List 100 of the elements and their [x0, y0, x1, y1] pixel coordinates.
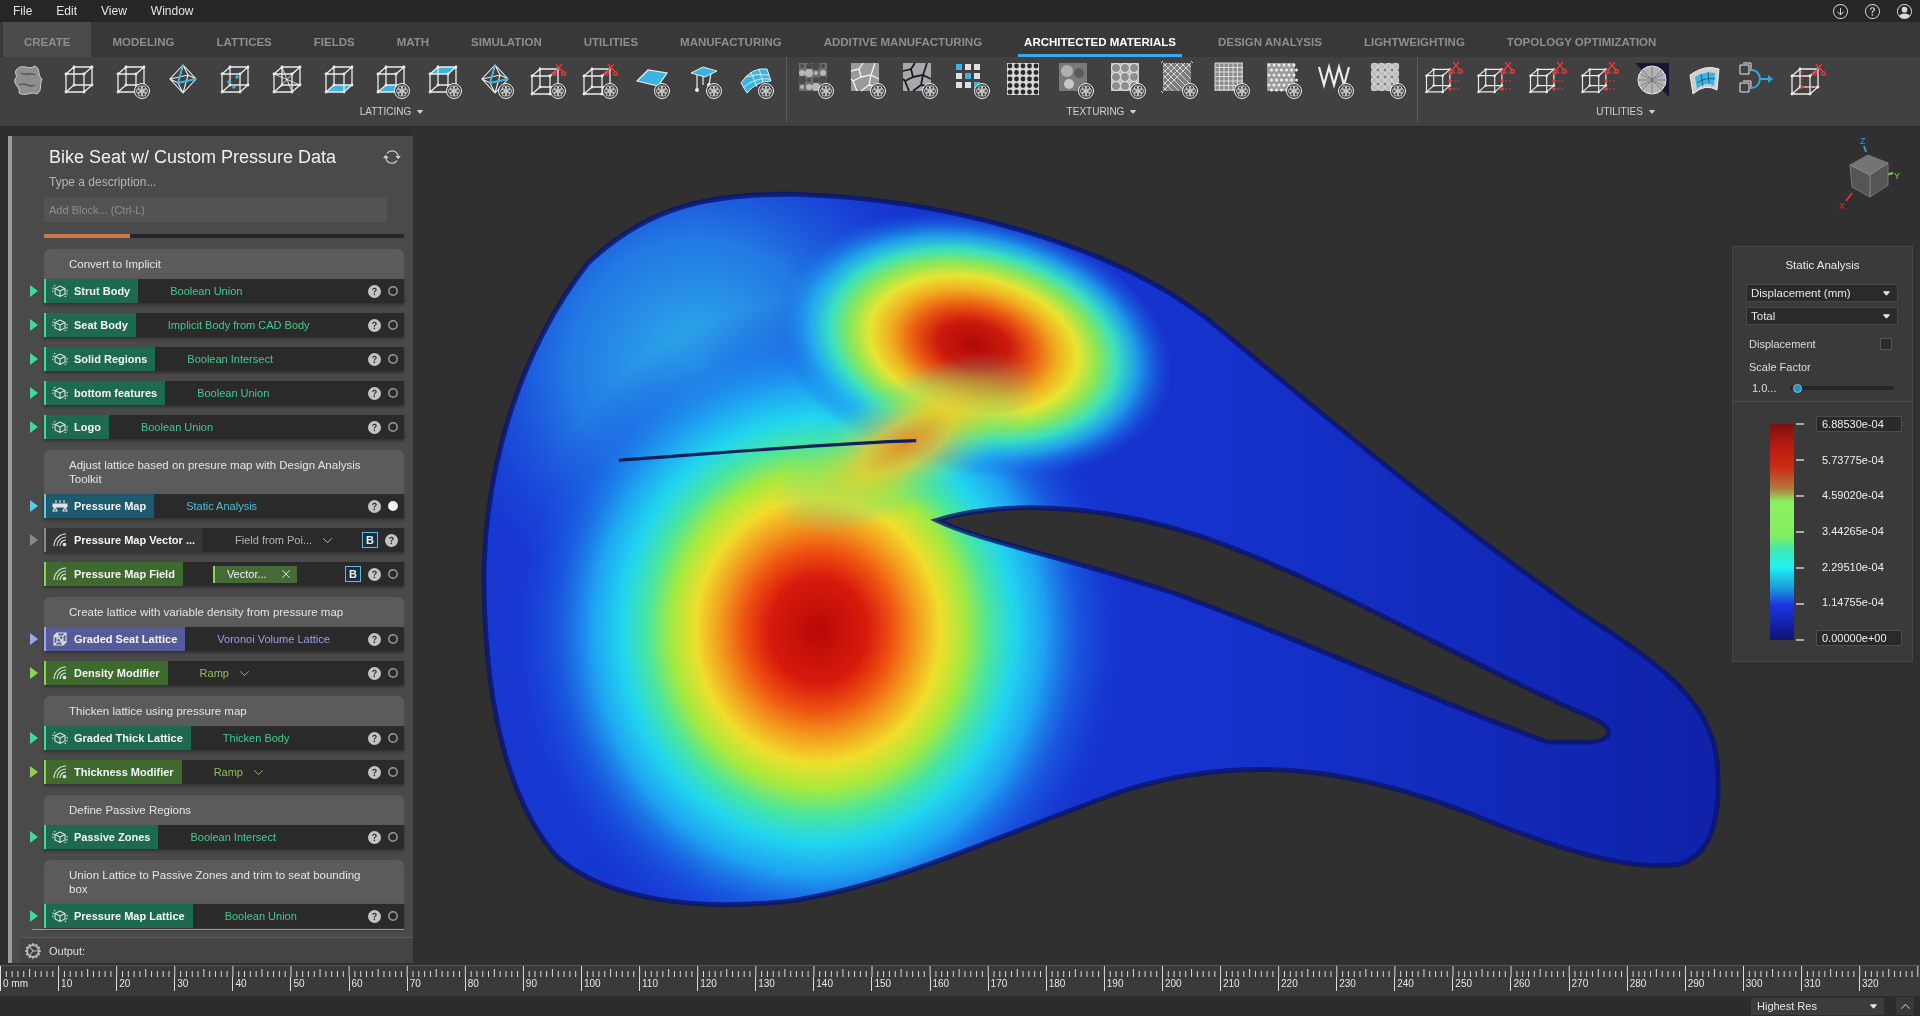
- help-icon[interactable]: [368, 420, 381, 434]
- status-circle-icon[interactable]: [388, 286, 398, 296]
- expand-arrow-icon[interactable]: [30, 910, 38, 922]
- help-icon[interactable]: [1865, 3, 1880, 19]
- block-row[interactable]: Thickness Modifier Ramp: [44, 760, 404, 784]
- block-tag[interactable]: Passive Zones: [44, 825, 159, 849]
- texture-tile-icon[interactable]: [1057, 61, 1095, 99]
- operation-dropdown[interactable]: Field from Poi...: [235, 534, 334, 546]
- expand-arrow-icon[interactable]: [30, 353, 38, 365]
- block-tag[interactable]: Pressure Map Vector ...: [44, 528, 204, 552]
- displacement-checkbox[interactable]: [1880, 338, 1892, 350]
- menu-item[interactable]: View: [89, 4, 139, 18]
- help-icon[interactable]: [368, 632, 381, 646]
- expand-arrow-icon[interactable]: [30, 319, 38, 331]
- block-row[interactable]: Graded Seat Lattice Voronoi Volume Lattice: [44, 627, 404, 651]
- texture-tile-icon[interactable]: [1109, 61, 1147, 99]
- render-quality-dropdown[interactable]: Highest Res: [1751, 997, 1884, 1015]
- letter-badge[interactable]: B: [345, 566, 361, 582]
- texture-tile-icon[interactable]: [953, 61, 991, 99]
- cube-scissors-icon[interactable]: [581, 61, 619, 99]
- block-tag[interactable]: Logo: [44, 415, 109, 439]
- help-icon[interactable]: [368, 765, 381, 779]
- block-row[interactable]: Passive Zones Boolean Intersect: [44, 825, 404, 849]
- expand-arrow-icon[interactable]: [30, 285, 38, 297]
- block-tag[interactable]: Solid Regions: [44, 347, 156, 371]
- block-row[interactable]: Strut Body Boolean Union: [44, 279, 404, 303]
- tab[interactable]: LIGHTWEIGHTING: [1342, 22, 1486, 57]
- block-row[interactable]: Density Modifier Ramp: [44, 661, 404, 685]
- user-icon[interactable]: [1897, 3, 1912, 19]
- status-circle-icon[interactable]: [388, 569, 398, 579]
- status-circle-icon[interactable]: [388, 354, 398, 364]
- expand-arrow-icon[interactable]: [30, 831, 38, 843]
- texture-tile-icon[interactable]: [797, 61, 835, 99]
- block-row[interactable]: Solid Regions Boolean Intersect: [44, 347, 404, 371]
- result-type-dropdown[interactable]: Displacement (mm): [1746, 284, 1898, 302]
- texture-tile-icon[interactable]: [1161, 61, 1199, 99]
- add-block-field[interactable]: Add Block... (Ctrl-L): [44, 197, 387, 222]
- expand-arrow-icon[interactable]: [30, 732, 38, 744]
- help-icon[interactable]: [385, 533, 398, 547]
- block-tag[interactable]: Pressure Map Lattice: [44, 904, 193, 928]
- block-row[interactable]: Pressure Map Vector ... Field from Poi... B: [44, 528, 404, 552]
- help-icon[interactable]: [368, 830, 381, 844]
- tab[interactable]: ADDITIVE MANUFACTURING: [802, 22, 1004, 57]
- block-row[interactable]: Seat Body Implicit Body from CAD Body: [44, 313, 404, 337]
- status-circle-icon[interactable]: [388, 388, 398, 398]
- status-circle-icon[interactable]: [388, 668, 398, 678]
- group-menu-button[interactable]: LATTICING: [355, 104, 429, 119]
- block-tag[interactable]: Graded Thick Lattice: [44, 726, 191, 750]
- tab[interactable]: UTILITIES: [562, 22, 660, 57]
- tab[interactable]: SIMULATION: [450, 22, 563, 57]
- block-tag[interactable]: bottom features: [44, 381, 166, 405]
- status-circle-icon[interactable]: [388, 422, 398, 432]
- operation-dropdown[interactable]: Ramp: [199, 667, 250, 679]
- expand-arrow-icon[interactable]: [30, 633, 38, 645]
- status-circle-icon[interactable]: [388, 733, 398, 743]
- texture-tile-icon[interactable]: [1213, 61, 1251, 99]
- cube-scissors-icon[interactable]: [529, 61, 567, 99]
- block-row[interactable]: Pressure Map Field Vector... B: [44, 562, 404, 586]
- help-icon[interactable]: [368, 499, 381, 513]
- gear-icon[interactable]: [25, 942, 41, 959]
- block-row[interactable]: bottom features Boolean Union: [44, 381, 404, 405]
- help-icon[interactable]: [368, 567, 381, 581]
- texture-tile-icon[interactable]: [1265, 61, 1303, 99]
- menu-item[interactable]: Window: [138, 4, 206, 18]
- status-circle-icon[interactable]: [388, 320, 398, 330]
- status-circle-icon[interactable]: [388, 911, 398, 921]
- block-tag[interactable]: Thickness Modifier: [44, 760, 182, 784]
- status-circle-icon[interactable]: [388, 634, 398, 644]
- expand-arrow-icon[interactable]: [30, 500, 38, 512]
- help-icon[interactable]: [368, 284, 381, 298]
- help-icon[interactable]: [368, 909, 381, 923]
- expand-up-button[interactable]: [1896, 997, 1914, 1015]
- tab[interactable]: FIELDS: [292, 22, 376, 57]
- download-icon[interactable]: [1833, 3, 1848, 19]
- operation-dropdown[interactable]: Ramp: [213, 766, 264, 778]
- block-tag[interactable]: Graded Seat Lattice: [44, 627, 186, 651]
- legend-value-field[interactable]: 6.88530e-04: [1816, 416, 1902, 432]
- help-icon[interactable]: [368, 352, 381, 366]
- expand-arrow-icon[interactable]: [30, 421, 38, 433]
- tab[interactable]: MODELING: [91, 22, 196, 57]
- block-tag[interactable]: Density Modifier: [44, 661, 168, 685]
- slider-thumb[interactable]: [1793, 383, 1803, 393]
- help-icon[interactable]: [368, 731, 381, 745]
- tab[interactable]: DESIGN ANALYSIS: [1196, 22, 1343, 57]
- block-tag[interactable]: Seat Body: [44, 313, 136, 337]
- help-icon[interactable]: [368, 666, 381, 680]
- tab[interactable]: MATH: [375, 22, 451, 57]
- block-row[interactable]: Logo Boolean Union: [44, 415, 404, 439]
- legend-value-field[interactable]: 0.00000e+00: [1816, 629, 1902, 646]
- component-dropdown[interactable]: Total: [1746, 307, 1898, 325]
- block-tag[interactable]: Strut Body: [44, 279, 139, 303]
- expand-arrow-icon[interactable]: [30, 667, 38, 679]
- texture-tile-icon[interactable]: [849, 61, 887, 99]
- close-icon[interactable]: [280, 569, 291, 579]
- letter-badge[interactable]: B: [362, 532, 378, 548]
- texture-tile-icon[interactable]: [901, 61, 939, 99]
- group-menu-button[interactable]: TEXTURING: [1062, 104, 1142, 119]
- block-row[interactable]: Pressure Map Lattice Boolean Union: [44, 904, 404, 928]
- block-tag[interactable]: Pressure Map Field: [44, 562, 183, 586]
- menu-item[interactable]: Edit: [44, 4, 90, 18]
